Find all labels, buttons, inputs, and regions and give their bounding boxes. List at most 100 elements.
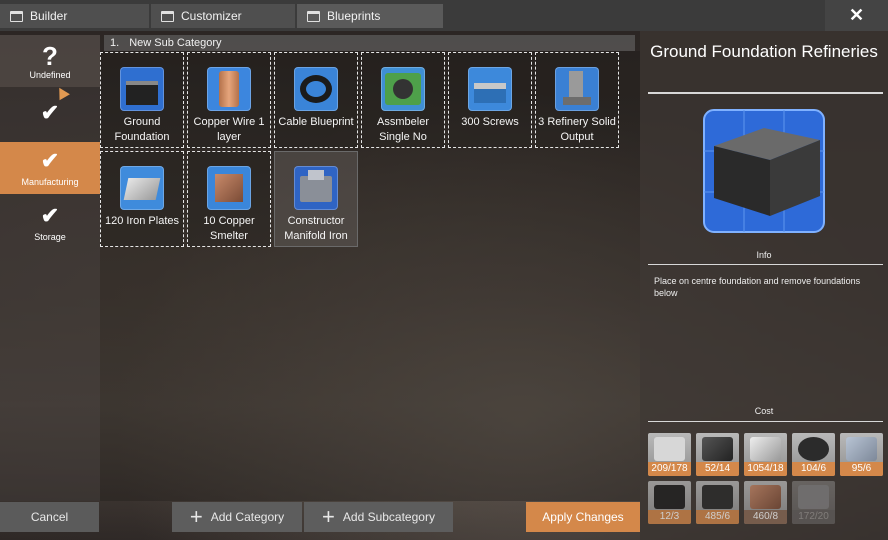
smelter-icon bbox=[207, 166, 251, 210]
cost-item: 52/14 bbox=[696, 433, 739, 476]
divider bbox=[648, 421, 883, 422]
category-storage[interactable]: ✔ Storage bbox=[0, 197, 100, 249]
cost-amount: 460/8 bbox=[744, 510, 787, 524]
cost-amount: 172/20 bbox=[792, 510, 835, 524]
refinery-icon bbox=[555, 67, 599, 111]
question-icon: ? bbox=[42, 41, 58, 71]
blueprint-tile[interactable]: Ground Foundation bbox=[100, 52, 184, 148]
close-button[interactable]: ✕ bbox=[825, 0, 888, 31]
cost-amount: 95/6 bbox=[840, 462, 883, 476]
foundation-preview-icon bbox=[703, 109, 825, 233]
cancel-button[interactable]: Cancel bbox=[0, 502, 99, 532]
cost-item: 12/3 bbox=[648, 481, 691, 524]
constructor-icon bbox=[294, 166, 338, 210]
window-icon bbox=[10, 10, 23, 22]
cost-label: Cost bbox=[754, 406, 774, 416]
subcategory-name: New Sub Category bbox=[129, 37, 222, 49]
checkmark-icon: ✔ bbox=[40, 100, 60, 125]
category-manufacturing[interactable]: ✔ Manufacturing bbox=[0, 142, 100, 194]
divider bbox=[648, 264, 883, 265]
blueprint-label: Assmbeler Single No bbox=[377, 116, 429, 143]
category-sidebar: ? Undefined ✔ ✔ Manufacturing ✔ Storage bbox=[0, 35, 100, 501]
blueprint-label: 3 Refinery Solid Output bbox=[538, 116, 616, 143]
assembler-icon bbox=[381, 67, 425, 111]
cost-amount: 209/178 bbox=[648, 462, 691, 476]
button-label: Apply Changes bbox=[542, 510, 624, 524]
info-label: Info bbox=[756, 250, 772, 260]
button-label: Add Subcategory bbox=[342, 510, 435, 524]
checkmark-icon: ✔ bbox=[40, 203, 60, 228]
category-label: Undefined bbox=[29, 70, 71, 80]
cost-amount: 12/3 bbox=[648, 510, 691, 524]
blueprint-detail-panel: Ground Foundation Refineries Info Place … bbox=[640, 31, 888, 540]
cost-amount: 485/6 bbox=[696, 510, 739, 524]
category-label: Manufacturing bbox=[21, 177, 79, 187]
tab-blueprints[interactable]: Blueprints bbox=[297, 4, 443, 28]
blueprint-tile[interactable]: Assmbeler Single No bbox=[361, 52, 445, 148]
metal-sheet-icon bbox=[846, 437, 877, 461]
tab-customizer[interactable]: Customizer bbox=[151, 4, 295, 28]
tab-bar: Builder Customizer Blueprints ✕ bbox=[0, 0, 888, 31]
blueprint-label: Copper Wire 1 layer bbox=[193, 116, 265, 143]
iron-plate-icon bbox=[750, 437, 781, 461]
subcategory-header[interactable]: 1. New Sub Category bbox=[104, 35, 635, 51]
cost-item: 104/6 bbox=[792, 433, 835, 476]
plus-icon: + bbox=[322, 504, 335, 529]
category-undefined[interactable]: ? Undefined bbox=[0, 35, 100, 87]
foundation-icon bbox=[120, 67, 164, 111]
add-category-button[interactable]: + Add Category bbox=[172, 502, 302, 532]
blueprint-tile[interactable]: 300 Screws bbox=[448, 52, 532, 148]
plus-icon: + bbox=[189, 504, 203, 529]
info-text: Place on centre foundation and remove fo… bbox=[654, 276, 861, 298]
cost-item: 209/178 bbox=[648, 433, 691, 476]
blueprint-label: Constructor Manifold Iron bbox=[284, 215, 348, 242]
cost-item: 95/6 bbox=[840, 433, 883, 476]
blueprint-label: 300 Screws bbox=[461, 116, 519, 128]
detail-title: Ground Foundation Refineries bbox=[650, 42, 878, 61]
blueprint-tile[interactable]: 10 Copper Smelter bbox=[187, 151, 271, 247]
blueprint-label: Cable Blueprint bbox=[278, 116, 354, 128]
copper-sheet-icon bbox=[750, 485, 781, 509]
blueprint-tile[interactable]: 120 Iron Plates bbox=[100, 151, 184, 247]
window-icon bbox=[307, 10, 320, 22]
cable-coil-icon bbox=[294, 67, 338, 111]
cost-amount: 1054/18 bbox=[744, 462, 787, 476]
button-label: Add Category bbox=[210, 510, 285, 524]
frame-icon bbox=[702, 485, 733, 509]
blueprint-label: 120 Iron Plates bbox=[105, 215, 179, 227]
tab-label: Blueprints bbox=[327, 9, 381, 23]
motor-icon bbox=[798, 437, 829, 461]
cost-amount: 104/6 bbox=[792, 462, 835, 476]
tab-builder[interactable]: Builder bbox=[0, 4, 149, 28]
iron-plate-icon bbox=[120, 166, 164, 210]
category-unnamed[interactable]: ✔ bbox=[0, 87, 100, 139]
blueprint-tile[interactable]: Copper Wire 1 layer bbox=[187, 52, 271, 148]
window-icon bbox=[161, 10, 174, 22]
blueprint-tile[interactable]: 3 Refinery Solid Output bbox=[535, 52, 619, 148]
computer-icon bbox=[654, 485, 685, 509]
tab-label: Customizer bbox=[181, 9, 242, 23]
copper-wire-spool-icon bbox=[207, 67, 251, 111]
glass-icon bbox=[798, 485, 829, 509]
cost-item: 485/6 bbox=[696, 481, 739, 524]
apply-changes-button[interactable]: Apply Changes bbox=[526, 502, 640, 532]
category-label: Storage bbox=[34, 232, 66, 242]
subcategory-index: 1. bbox=[110, 37, 120, 49]
cost-item: 460/8 bbox=[744, 481, 787, 524]
cost-item: 1054/18 bbox=[744, 433, 787, 476]
blueprint-label: 10 Copper Smelter bbox=[203, 215, 255, 242]
checkmark-icon: ✔ bbox=[40, 148, 60, 173]
concrete-icon bbox=[654, 437, 685, 461]
steel-beam-icon bbox=[702, 437, 733, 461]
screws-icon bbox=[468, 67, 512, 111]
blueprint-tile[interactable]: Cable Blueprint bbox=[274, 52, 358, 148]
button-label: Cancel bbox=[30, 510, 69, 524]
close-icon: ✕ bbox=[848, 5, 865, 25]
divider bbox=[648, 92, 883, 94]
blueprint-tile-selected[interactable]: Constructor Manifold Iron bbox=[274, 151, 358, 247]
tab-label: Builder bbox=[30, 9, 68, 23]
cost-item: 172/20 bbox=[792, 481, 835, 524]
add-subcategory-button[interactable]: + Add Subcategory bbox=[304, 502, 453, 532]
cost-amount: 52/14 bbox=[696, 462, 739, 476]
blueprint-label: Ground Foundation bbox=[114, 116, 170, 143]
